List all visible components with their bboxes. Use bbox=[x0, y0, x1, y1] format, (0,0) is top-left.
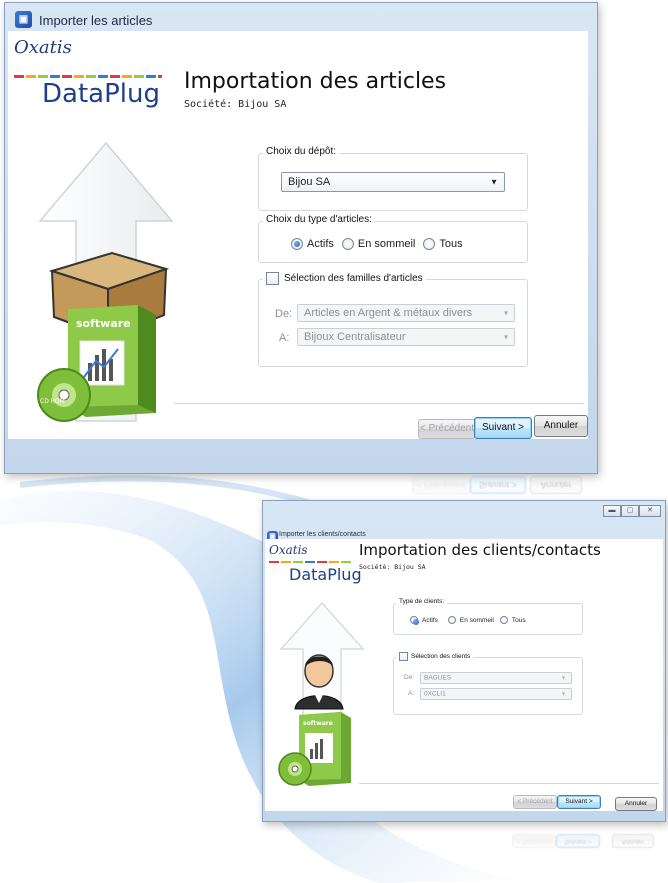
user-avatar-icon bbox=[294, 654, 344, 710]
cd-rom-icon bbox=[278, 752, 312, 786]
window-title: Importer les articles bbox=[39, 13, 153, 28]
client-to-select[interactable]: 0XCLI1 ▾ bbox=[420, 688, 572, 700]
families-group: Sélection des familles d'articles De: Ar… bbox=[258, 272, 528, 367]
company-label: Société: Bijou SA bbox=[359, 563, 426, 571]
depot-group-label: Choix du dépôt: bbox=[263, 146, 340, 157]
close-icon[interactable]: ✕ bbox=[639, 505, 661, 517]
chevron-down-icon: ▾ bbox=[561, 675, 565, 682]
clients-checkbox-row[interactable]: Sélection des clients bbox=[396, 652, 474, 661]
client-to-value: 0XCLI1 bbox=[424, 690, 446, 698]
footer-divider bbox=[359, 783, 659, 784]
radio-icon bbox=[499, 616, 508, 624]
article-type-options: Actifs En sommeil Tous bbox=[291, 238, 471, 250]
page-title: Importation des clients/contacts bbox=[359, 541, 601, 559]
page-title: Importation des articles bbox=[184, 69, 447, 94]
logo-divider bbox=[14, 75, 162, 78]
svg-text:CD ROM: CD ROM bbox=[40, 398, 65, 405]
cancel-button[interactable]: Annuler bbox=[615, 797, 657, 811]
radio-icon bbox=[447, 616, 456, 624]
window-controls: ▬ ▢ ✕ bbox=[603, 505, 661, 517]
articles-window: ▣ Importer les articles ▬ ▢ ✕ Oxatis Dat… bbox=[4, 2, 598, 474]
to-label: A: bbox=[279, 332, 290, 344]
family-to-value: Bijoux Centralisateur bbox=[304, 331, 406, 343]
depot-group: Choix du dépôt: Bijou SA ▼ bbox=[258, 146, 528, 211]
cd-rom-icon: CD ROM bbox=[37, 368, 91, 422]
clients-client-area: Oxatis DataPlug Importation des clients/… bbox=[265, 539, 663, 811]
previous-button[interactable]: < Précédent bbox=[418, 419, 476, 439]
cancel-button-reflection: Annuler bbox=[612, 834, 654, 848]
radio-icon bbox=[423, 238, 436, 250]
previous-button[interactable]: < Précédent bbox=[513, 795, 557, 809]
client-from-value: BAGUES bbox=[424, 674, 452, 682]
svg-text:software: software bbox=[303, 720, 333, 727]
articles-client-area: Oxatis DataPlug Importation des articles… bbox=[8, 31, 591, 441]
minimize-icon[interactable]: ▬ bbox=[603, 505, 621, 517]
families-checkbox-row[interactable]: Sélection des familles d'articles bbox=[263, 272, 426, 285]
chevron-down-icon: ▼ bbox=[490, 177, 498, 187]
window-reflection: < Précédent Suivant > Annuler bbox=[404, 472, 604, 498]
next-button-reflection: Suivant > bbox=[470, 476, 526, 494]
article-type-group: Choix du type d'articles: Actifs En somm… bbox=[258, 214, 528, 263]
oxatis-logo: Oxatis bbox=[14, 37, 72, 58]
cancel-button-reflection: Annuler bbox=[530, 476, 582, 494]
from-label: De: bbox=[275, 308, 293, 320]
clients-selection-label: Sélection des clients bbox=[411, 653, 471, 660]
chevron-down-icon: ▾ bbox=[561, 691, 565, 698]
window-title: Importer les clients/contacts bbox=[279, 531, 366, 538]
chevron-down-icon: ▾ bbox=[503, 332, 508, 342]
radio-en-sommeil[interactable]: En sommeil bbox=[341, 238, 415, 250]
radio-actifs[interactable]: Actifs bbox=[410, 616, 438, 625]
radio-selected-icon bbox=[291, 238, 303, 250]
radio-selected-icon bbox=[410, 616, 419, 625]
app-icon: ▣ bbox=[15, 11, 32, 28]
previous-button-reflection: < Précédent bbox=[412, 476, 470, 494]
radio-icon bbox=[341, 238, 354, 250]
window-reflection: < Précédent Suivant > Annuler bbox=[508, 830, 658, 850]
clients-selection-group: Sélection des clients De: BAGUES ▾ A: 0X… bbox=[393, 652, 583, 715]
depot-select[interactable]: Bijou SA ▼ bbox=[281, 172, 505, 192]
chevron-down-icon: ▾ bbox=[503, 308, 508, 318]
oxatis-logo: Oxatis bbox=[269, 543, 308, 557]
client-type-options: Actifs En sommeil Tous bbox=[410, 616, 534, 625]
radio-tous[interactable]: Tous bbox=[499, 616, 526, 624]
dataplug-logo: DataPlug bbox=[289, 565, 362, 584]
client-type-group: Type de clients: Actifs En sommeil Tous bbox=[393, 598, 583, 635]
next-button[interactable]: Suivant > bbox=[557, 795, 601, 809]
next-button-reflection: Suivant > bbox=[556, 834, 600, 848]
next-button[interactable]: Suivant > bbox=[474, 417, 532, 439]
family-from-value: Articles en Argent & métaux divers bbox=[304, 307, 473, 319]
radio-en-sommeil[interactable]: En sommeil bbox=[447, 616, 494, 624]
cancel-button[interactable]: Annuler bbox=[534, 415, 588, 437]
footer-divider bbox=[174, 403, 584, 404]
families-checkbox[interactable] bbox=[266, 272, 279, 285]
client-from-select[interactable]: BAGUES ▾ bbox=[420, 672, 572, 684]
radio-tous[interactable]: Tous bbox=[423, 238, 463, 250]
previous-button-reflection: < Précédent bbox=[512, 834, 556, 848]
radio-actifs[interactable]: Actifs bbox=[291, 238, 334, 250]
svg-text:software: software bbox=[76, 317, 131, 330]
maximize-icon[interactable]: ▢ bbox=[621, 505, 639, 517]
families-label: Sélection des familles d'articles bbox=[284, 273, 423, 284]
to-label: A: bbox=[408, 690, 415, 697]
family-to-select[interactable]: Bijoux Centralisateur ▾ bbox=[297, 328, 515, 346]
dataplug-logo: DataPlug bbox=[42, 79, 160, 109]
family-from-select[interactable]: Articles en Argent & métaux divers ▾ bbox=[297, 304, 515, 322]
depot-select-value: Bijou SA bbox=[288, 176, 331, 188]
company-label: Société: Bijou SA bbox=[184, 99, 287, 110]
clients-checkbox[interactable] bbox=[399, 652, 408, 661]
article-type-label: Choix du type d'articles: bbox=[263, 214, 375, 225]
from-label: De: bbox=[404, 674, 415, 681]
client-type-label: Type de clients: bbox=[396, 598, 448, 605]
logo-divider bbox=[269, 561, 353, 563]
clients-window: ▣ Importer les clients/contacts ▬ ▢ ✕ Ox… bbox=[262, 500, 666, 822]
